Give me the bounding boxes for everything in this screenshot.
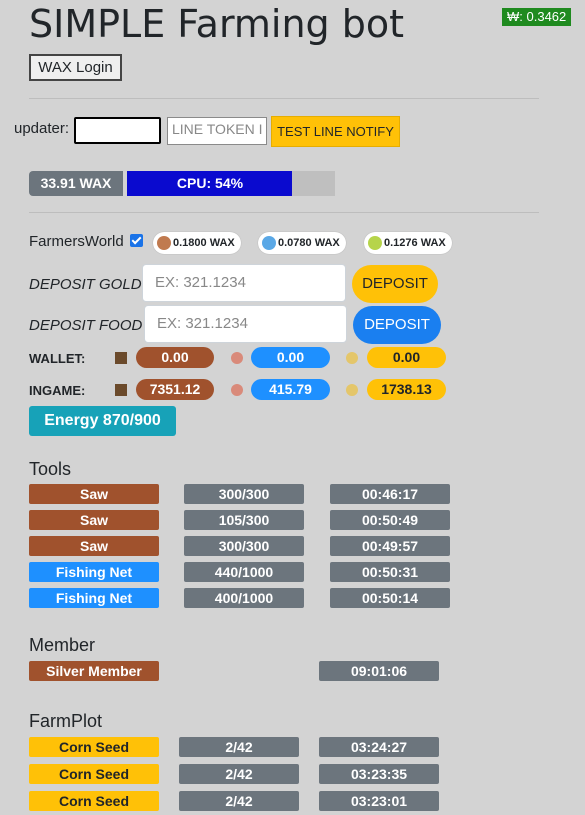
- wood-icon: [115, 352, 127, 364]
- deposit-food-label: DEPOSIT FOOD: [29, 317, 143, 334]
- crop-name: Corn Seed: [29, 791, 159, 811]
- wax-login-button[interactable]: WAX Login: [29, 54, 122, 81]
- meat-icon: [231, 352, 243, 364]
- deposit-gold-label: DEPOSIT GOLD: [29, 276, 142, 293]
- tool-name: Fishing Net: [29, 588, 159, 608]
- ingame-food: 415.79: [251, 379, 330, 400]
- cpu-label: CPU: 54%: [176, 175, 244, 191]
- meat-icon: [231, 384, 243, 396]
- member-title: Member: [29, 635, 96, 655]
- divider: [29, 98, 539, 99]
- wallet-food: 0.00: [251, 347, 330, 368]
- tool-name: Saw: [29, 510, 159, 530]
- food-coin-icon: [262, 236, 276, 250]
- tool-durability: 300/300: [184, 484, 304, 504]
- wallet-wood: 0.00: [136, 347, 214, 368]
- tool-durability: 300/300: [184, 536, 304, 556]
- member-timer: 09:01:06: [319, 661, 439, 681]
- gold-price: 0.1276 WAX: [384, 237, 446, 249]
- tool-durability: 400/1000: [184, 588, 304, 608]
- tool-durability: 440/1000: [184, 562, 304, 582]
- farmersworld-label: FarmersWorld: [29, 233, 124, 250]
- tool-name: Saw: [29, 484, 159, 504]
- ingame-label: INGAME:: [29, 383, 86, 398]
- energy-badge: Energy 870/900: [29, 406, 176, 436]
- gold-coin-icon: [368, 236, 382, 250]
- wax-price-badge: ₩: 0.3462: [502, 8, 572, 26]
- food-price: 0.0780 WAX: [278, 237, 340, 249]
- deposit-food-button[interactable]: DEPOSIT: [353, 306, 441, 344]
- crop-name: Corn Seed: [29, 737, 159, 757]
- tool-durability: 105/300: [184, 510, 304, 530]
- divider: [29, 212, 539, 213]
- deposit-gold-button[interactable]: DEPOSIT: [352, 265, 438, 303]
- gold-icon: [346, 384, 358, 396]
- wood-icon: [115, 384, 127, 396]
- tool-timer: 00:50:31: [330, 562, 450, 582]
- ingame-gold: 1738.13: [367, 379, 446, 400]
- member-name: Silver Member: [29, 661, 159, 681]
- wallet-label: WALLET:: [29, 351, 86, 366]
- gold-price-pill: 0.1276 WAX: [364, 232, 452, 254]
- farmplot-title: FarmPlot: [29, 711, 103, 731]
- deposit-gold-input[interactable]: EX: 321.1234: [142, 264, 346, 302]
- test-line-notify-button[interactable]: TEST LINE NOTIFY: [271, 116, 400, 147]
- wallet-gold: 0.00: [367, 347, 446, 368]
- tool-name: Fishing Net: [29, 562, 159, 582]
- wood-price: 0.1800 WAX: [173, 237, 235, 249]
- tool-timer: 00:46:17: [330, 484, 450, 504]
- crop-progress: 2/42: [179, 737, 299, 757]
- updater-input[interactable]: [74, 117, 161, 144]
- updater-label: updater:: [14, 120, 70, 137]
- crop-timer: 03:24:27: [319, 737, 439, 757]
- crop-timer: 03:23:35: [319, 764, 439, 784]
- wood-price-pill: 0.1800 WAX: [153, 232, 241, 254]
- gold-icon: [346, 352, 358, 364]
- ingame-wood: 7351.12: [136, 379, 214, 400]
- tools-title: Tools: [29, 459, 72, 479]
- tool-timer: 00:50:14: [330, 588, 450, 608]
- wood-coin-icon: [157, 236, 171, 250]
- page-title: SIMPLE Farming bot: [29, 2, 405, 46]
- crop-name: Corn Seed: [29, 764, 159, 784]
- crop-progress: 2/42: [179, 764, 299, 784]
- deposit-food-input[interactable]: EX: 321.1234: [144, 305, 347, 343]
- crop-progress: 2/42: [179, 791, 299, 811]
- farmersworld-checkbox[interactable]: [130, 234, 143, 247]
- crop-timer: 03:23:01: [319, 791, 439, 811]
- line-token-input[interactable]: LINE TOKEN I: [167, 117, 267, 145]
- food-price-pill: 0.0780 WAX: [258, 232, 346, 254]
- cpu-progress-bar: CPU: 54%: [127, 171, 335, 196]
- tool-timer: 00:49:57: [330, 536, 450, 556]
- tool-name: Saw: [29, 536, 159, 556]
- wax-balance-badge: 33.91 WAX: [29, 171, 123, 196]
- tool-timer: 00:50:49: [330, 510, 450, 530]
